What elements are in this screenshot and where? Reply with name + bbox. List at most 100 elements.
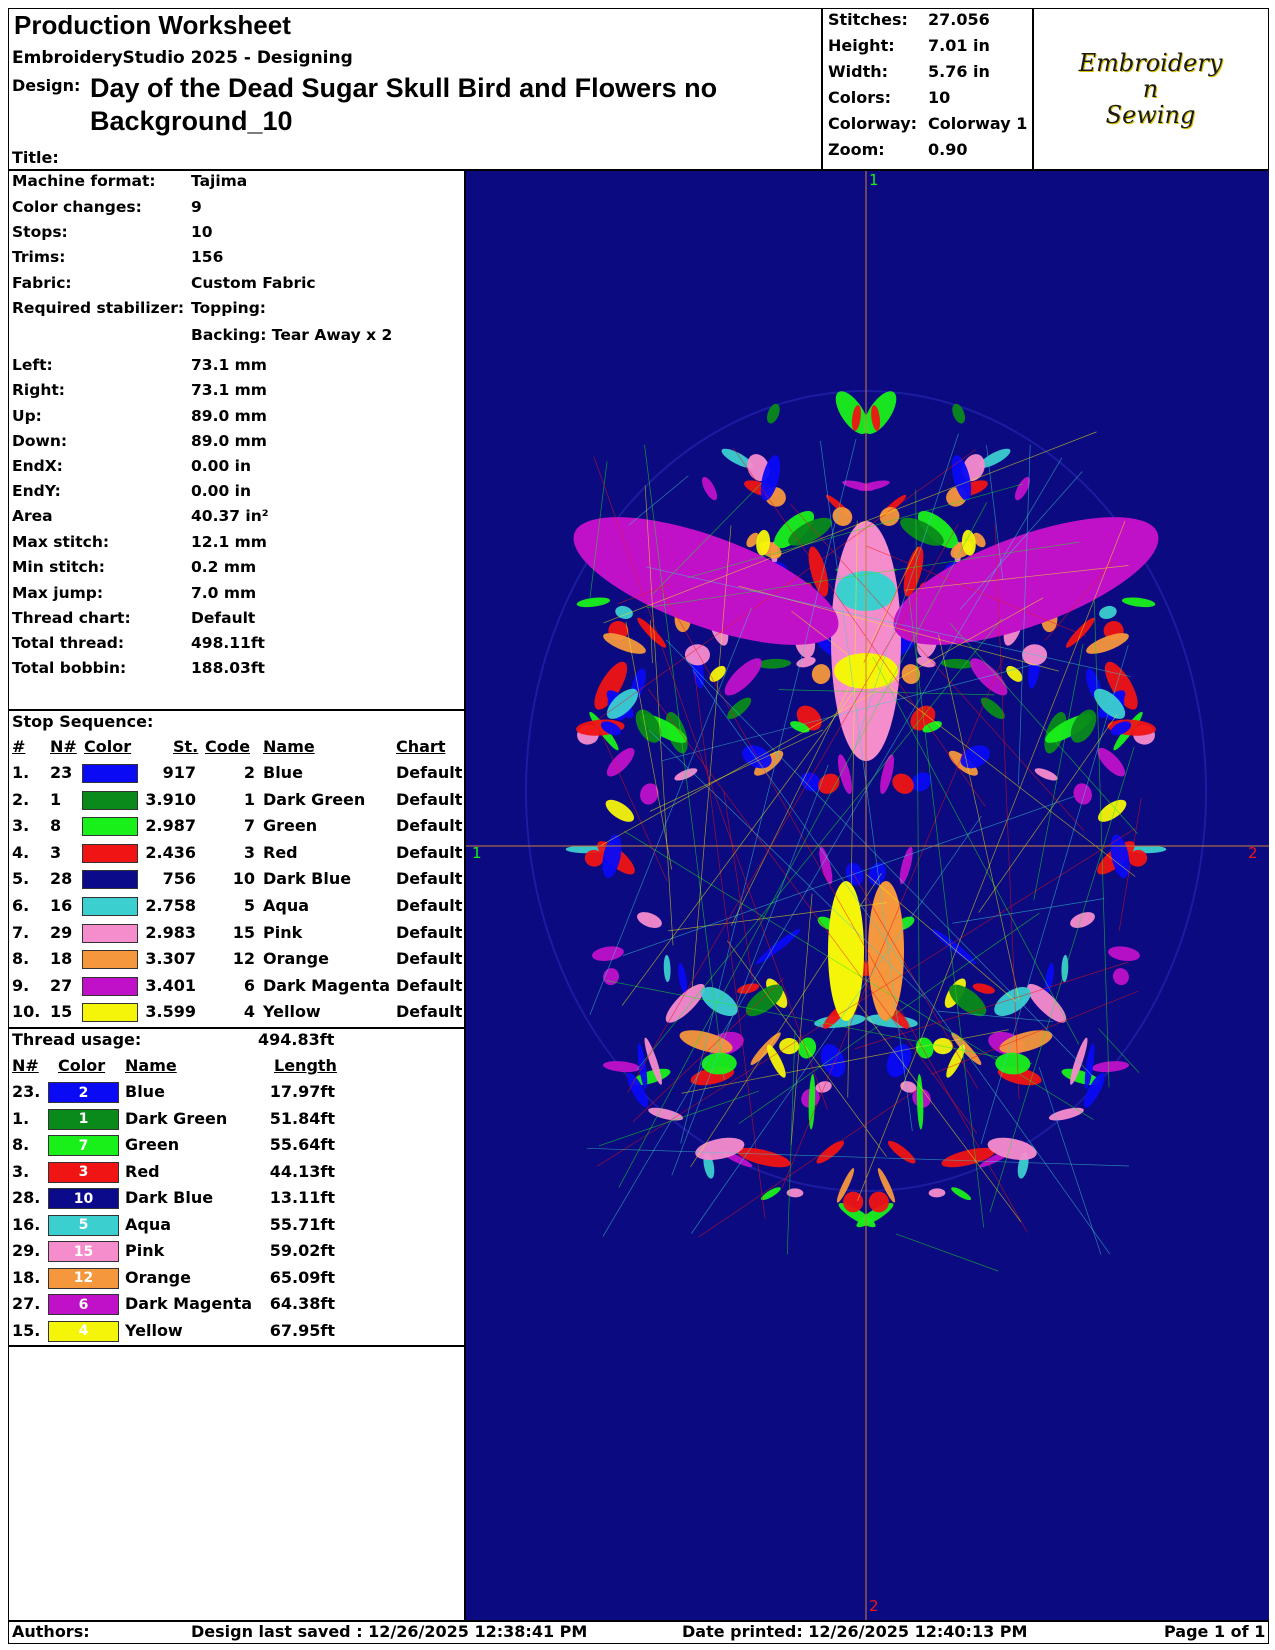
- app-name: EmbroideryStudio 2025 - Designing: [12, 48, 353, 68]
- stat-label: Zoom:: [828, 140, 885, 159]
- section-rule: [8, 1027, 465, 1029]
- title-label: Title:: [12, 148, 59, 167]
- stitch-petal: [808, 1074, 816, 1130]
- info-value: 0.00 in: [191, 482, 251, 500]
- thread-row-needle: 1.: [12, 1108, 30, 1128]
- stitch-petal: [941, 1147, 995, 1168]
- stop-row-code: 5: [243, 896, 255, 915]
- thread-row-needle: 28.: [12, 1188, 41, 1207]
- stop-row-chart: Default: [396, 869, 463, 889]
- logo-text: n: [1142, 75, 1159, 103]
- stitch-petal: [972, 983, 995, 994]
- stitch-petal: [837, 754, 852, 795]
- jump-stitch: [989, 746, 1135, 1213]
- stop-row-code: 10: [232, 869, 255, 889]
- thread-row-length: 51.84ft: [269, 1108, 335, 1128]
- thread-color-swatch: 10: [48, 1188, 119, 1209]
- stop-row-chart: Default: [396, 842, 463, 862]
- stitch-petal: [951, 1187, 972, 1201]
- stitch-petal: [602, 1061, 641, 1073]
- info-value: 89.0 mm: [191, 432, 267, 450]
- stop-row-code: 1: [243, 789, 255, 809]
- info-label: Area: [12, 507, 53, 525]
- jump-stitch: [908, 595, 985, 1228]
- stitch-petal: [606, 747, 635, 777]
- stitch-petal: [1099, 605, 1117, 620]
- thread-color-swatch: 6: [48, 1294, 119, 1315]
- thread-color-swatch: 12: [48, 1267, 119, 1289]
- thread-row-length: 67.95ft: [269, 1320, 335, 1340]
- stitch-petal: [857, 480, 890, 491]
- info-label: Thread chart:: [12, 609, 131, 627]
- stop-sequence-header-chart: Chart: [396, 737, 446, 756]
- stop-row-code: 7: [243, 816, 255, 836]
- axis-label-right: 2: [1248, 844, 1258, 862]
- stitch-petal: [886, 1044, 912, 1078]
- thread-row-name: Pink: [125, 1241, 165, 1260]
- info-value: 156: [191, 248, 224, 266]
- stat-value: Colorway 1: [928, 114, 1028, 133]
- thread-row-length: 17.97ft: [269, 1082, 335, 1101]
- stop-row-chart: Default: [396, 896, 463, 915]
- stop-row-number: 2.: [12, 789, 30, 809]
- info-label: Up:: [12, 407, 42, 425]
- stitch-petal: [952, 403, 966, 424]
- stop-row-stitches: 2.758: [145, 896, 196, 915]
- stitch-petal: [757, 658, 792, 669]
- info-label: Max stitch:: [12, 533, 110, 551]
- stitch-petal: [603, 968, 620, 986]
- info-value: Tajima: [191, 172, 248, 190]
- thread-row-name: Blue: [125, 1082, 165, 1101]
- thread-row-name: Dark Blue: [125, 1188, 214, 1207]
- stop-row-chart: Default: [396, 1002, 463, 1022]
- info-value: 0.2 mm: [191, 558, 257, 576]
- thread-usage-header-name: Name: [125, 1056, 177, 1075]
- stitch-petal: [1091, 1061, 1130, 1073]
- jump-stitch: [647, 688, 978, 1134]
- info-value: 12.1 mm: [191, 533, 267, 551]
- info-label: Stops:: [12, 223, 68, 241]
- stitch-petal: [916, 1074, 924, 1130]
- stitch-petal: [899, 846, 913, 885]
- thread-usage-header-n: N#: [12, 1056, 39, 1075]
- jump-stitch: [786, 1029, 796, 1255]
- stitch-petal: [766, 403, 780, 424]
- jump-stitch: [587, 1147, 1129, 1167]
- stop-row-number: 10.: [12, 1002, 41, 1022]
- stop-sequence-header-code: Code: [205, 737, 251, 756]
- info-value: 0.00 in: [191, 457, 251, 475]
- info-label: Total bobbin:: [12, 659, 127, 677]
- info-value: 40.37 in²: [191, 507, 269, 525]
- stop-row-number: 3.: [12, 816, 30, 836]
- stop-row-number: 9.: [12, 975, 30, 995]
- stop-row-stitches: 3.599: [145, 1002, 196, 1022]
- stitch-petal: [1121, 597, 1156, 608]
- info-value: 7.0 mm: [191, 584, 257, 602]
- stop-row-needle: 28: [50, 869, 73, 889]
- stop-row-stitches: 756: [162, 869, 196, 889]
- stop-row-stitches: 3.401: [145, 975, 196, 995]
- info-label: Down:: [12, 432, 68, 450]
- stitch-petal: [576, 597, 611, 608]
- stop-row-chart: Default: [396, 949, 463, 969]
- stop-row-needle: 3: [50, 842, 62, 862]
- stat-label: Width:: [828, 62, 889, 81]
- thread-row-needle: 16.: [12, 1214, 41, 1234]
- stop-row-needle: 16: [50, 896, 73, 915]
- stop-row-name: Aqua: [263, 896, 310, 915]
- thread-color-swatch: 3: [48, 1161, 119, 1183]
- stop-row-name: Red: [263, 842, 298, 862]
- stitch-petal: [928, 1188, 946, 1198]
- thread-row-name: Dark Green: [125, 1108, 228, 1128]
- stitch-petal: [1034, 768, 1058, 781]
- info-value: Default: [191, 609, 256, 627]
- stop-sequence-title: Stop Sequence:: [12, 712, 154, 731]
- design-label: Design:: [12, 76, 81, 95]
- jump-stitch: [598, 1090, 760, 1147]
- info-value: 10: [191, 223, 213, 241]
- stop-sequence-header-n: N#: [50, 737, 77, 756]
- stop-row-code: 2: [243, 763, 255, 782]
- info-label: Trims:: [12, 248, 66, 266]
- section-rule: [8, 709, 465, 711]
- stop-sequence-header-num: #: [12, 737, 26, 756]
